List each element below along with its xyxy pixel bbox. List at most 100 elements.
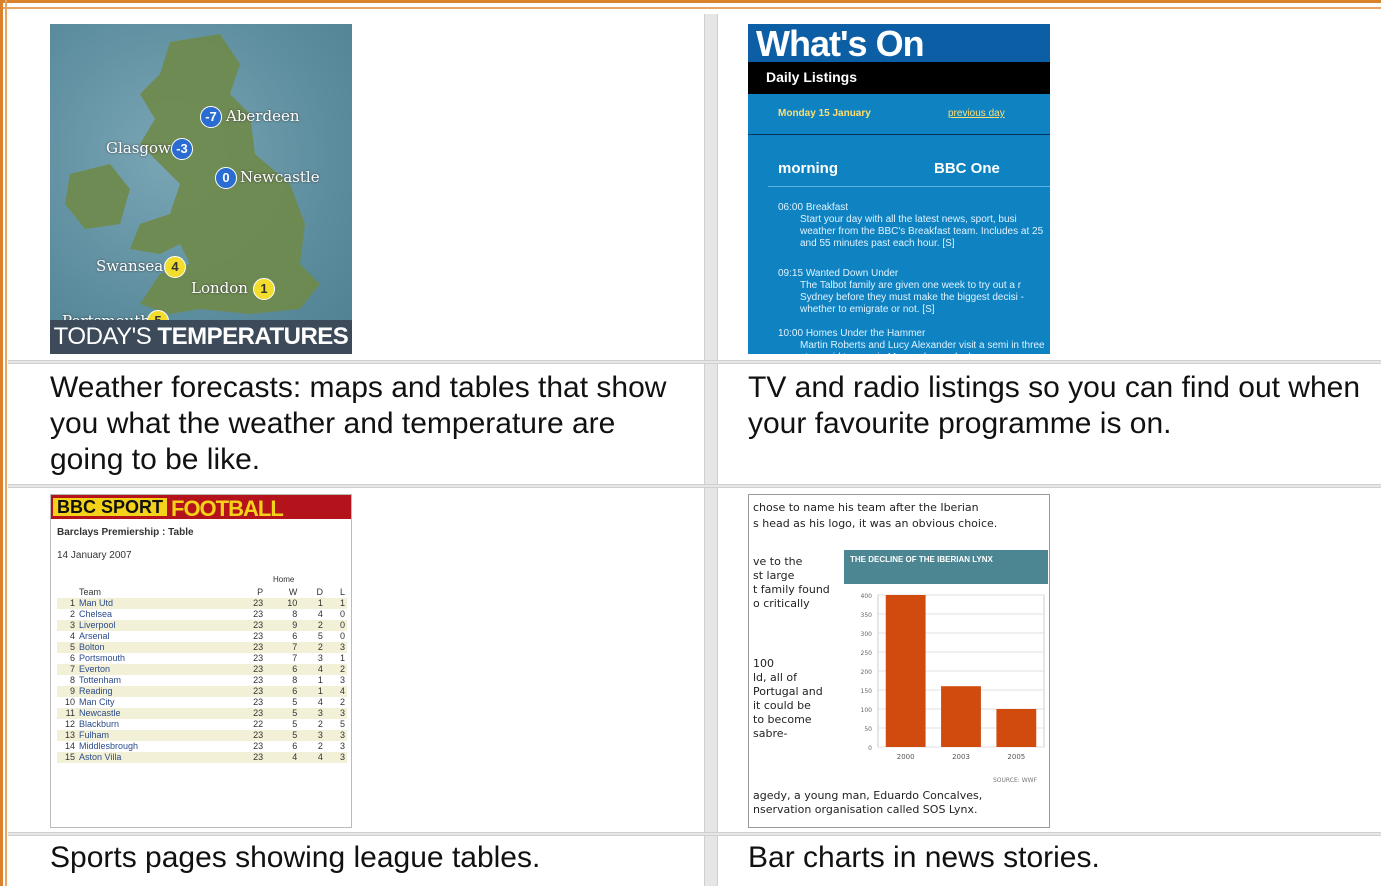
league-table-cell: 0 (324, 620, 347, 631)
chart-y-tick-label: 300 (861, 631, 873, 638)
chart-y-tick-label: 350 (861, 612, 873, 619)
weather-city-label: Aberdeen (226, 107, 300, 125)
league-table-cell: Chelsea (79, 609, 113, 619)
league-table-cell: 7 (292, 653, 298, 663)
row-divider (8, 484, 1381, 488)
league-table-cell: 23 (230, 642, 266, 653)
league-table-cell: Blackburn (79, 719, 120, 729)
league-table-cell: 23 (253, 741, 264, 751)
tv-item-desc: The Talbot family are given one week to … (800, 280, 1025, 315)
chart-y-tick-label: 200 (861, 669, 873, 676)
league-table-cell: 6 (292, 631, 298, 641)
league-table-cell: 2 (317, 719, 323, 729)
sports-caption: Sports pages showing league tables. (50, 841, 541, 874)
weather-city-label: Swansea (96, 257, 164, 275)
league-table-cell: 3 (339, 741, 345, 751)
tv-item: 09:15 Wanted Down Under The Talbot famil… (778, 268, 1048, 316)
chart-y-tick-label: 250 (861, 650, 873, 657)
league-table-cell: 2 (299, 642, 325, 653)
league-table-cell: 23 (230, 686, 266, 697)
league-table-cell: 1 (324, 598, 347, 609)
tv-item-title: Wanted Down Under (805, 268, 899, 279)
article-text-line: it could be (753, 699, 811, 712)
league-table-cell: 4 (299, 664, 325, 675)
weather-banner-bold: TEMPERATURES (157, 323, 349, 350)
article-text-line: t family found (753, 583, 830, 596)
chart-source: SOURCE: WWF (993, 777, 1038, 784)
league-table-cell: 22 (253, 719, 264, 729)
content-table: Aberdeen -7 Glasgow -3 Newcastle 0 Swans… (8, 14, 1381, 886)
league-table-cell: Tottenham (79, 675, 122, 685)
article-text-line: sabre- (753, 727, 788, 740)
league-table-cell: 4 (317, 609, 323, 619)
league-table-cell: 5 (317, 631, 323, 641)
league-table-cell: Middlesbrough (79, 741, 139, 751)
tv-subtitle: Daily Listings (748, 62, 1050, 94)
uk-map-shape (65, 34, 320, 314)
bbc-sport-logo: BBC SPORT (53, 498, 168, 516)
league-table-cell: Liverpool (77, 620, 231, 631)
league-table-row: 12 Blackburn 22 5 2 5 (57, 719, 347, 730)
league-table-cell: 5 (57, 642, 77, 653)
football-table-title: Barclays Premiership : Table (57, 527, 194, 538)
league-table-cell: 23 (253, 631, 264, 641)
weather-map-image: Aberdeen -7 Glasgow -3 Newcastle 0 Swans… (50, 24, 352, 354)
league-table-cell: 23 (253, 697, 264, 707)
league-table-cell: 1 (339, 653, 345, 663)
league-table-cell: 3 (317, 653, 323, 663)
league-table-cell: 23 (230, 620, 266, 631)
league-table-cell: 13 (57, 730, 77, 741)
article-text-line: to become (753, 713, 812, 726)
tv-item-title: Homes Under the Hammer (805, 328, 926, 339)
league-table-cell: 3 (299, 730, 325, 741)
league-table-cell: 7 (57, 664, 77, 675)
league-table-cell: Bolton (77, 642, 231, 653)
article-text-line: Portugal and (753, 685, 823, 698)
weather-temp-badge: 4 (164, 256, 186, 278)
league-table-cell: 23 (253, 609, 264, 619)
bar-chart-article-image: chose to name his team after the Iberian… (748, 494, 1050, 828)
league-table-cell: 2 (324, 664, 347, 675)
league-table-cell: 0 (339, 609, 345, 619)
league-table-cell: Arsenal (79, 631, 110, 641)
lynx-bar-chart: 0 50 100 150 200 250 300 350 400 2000 2003 2005 (861, 593, 1045, 761)
article-text-line: ld, all of (753, 671, 797, 684)
league-table-cell: 6 (292, 741, 298, 751)
league-table-cell: Everton (77, 664, 231, 675)
league-table-cell: 2 (339, 697, 345, 707)
league-table-cell: 1 (299, 598, 325, 609)
league-table-cell: 3 (324, 752, 347, 763)
league-table-row: 3 Liverpool 23 9 2 0 (57, 620, 347, 631)
league-table-row: 6 Portsmouth 23 7 3 1 (57, 653, 347, 664)
football-section-title: FOOTBALL (171, 496, 284, 521)
league-table-cell: 23 (253, 653, 264, 663)
league-table-cell: 9 (57, 686, 77, 697)
league-table-cell: 5 (292, 719, 298, 729)
article-text-line: ve to the (753, 555, 803, 568)
tv-item-time: 10:00 (778, 328, 804, 339)
league-table-row: 14 Middlesbrough 23 6 2 3 (57, 741, 347, 752)
league-table-cell: 3 (324, 708, 347, 719)
league-table-cell: 2 (69, 609, 75, 619)
league-table-cell: Man City (79, 697, 115, 707)
league-table-row: 11 Newcastle 23 5 3 3 (57, 708, 347, 719)
league-table-row: 4 Arsenal 23 6 5 0 (57, 631, 347, 642)
football-table-image: BBC SPORT FOOTBALL Barclays Premiership … (50, 494, 352, 828)
league-table-cell: 2 (317, 741, 323, 751)
chart-y-tick-label: 50 (864, 726, 872, 733)
league-column-header: L (339, 587, 345, 597)
league-table-cell: 12 (64, 719, 75, 729)
league-table-row: 1 Man Utd 23 10 1 1 (57, 598, 347, 609)
tv-tabs: Monday 15 January previous day (748, 94, 1050, 135)
tv-listings-image: What's On Daily Listings Monday 15 Janua… (748, 24, 1050, 354)
league-table-cell: 8 (292, 609, 298, 619)
weather-temp-badge: -7 (200, 106, 222, 128)
league-column-header: W (288, 587, 298, 597)
league-column-header (57, 587, 77, 598)
tv-period: morning (778, 160, 838, 177)
weather-banner: TODAY'S TEMPERATURES (50, 320, 352, 354)
league-table-cell: Man Utd (77, 598, 231, 609)
league-table-cell: 3 (57, 620, 77, 631)
weather-temp-badge: 1 (253, 278, 275, 300)
league-table: Team P W D L 1 Man Utd 23 10 1 1 2 Chelsea 23 8 4 0 3 Live… (57, 587, 347, 763)
